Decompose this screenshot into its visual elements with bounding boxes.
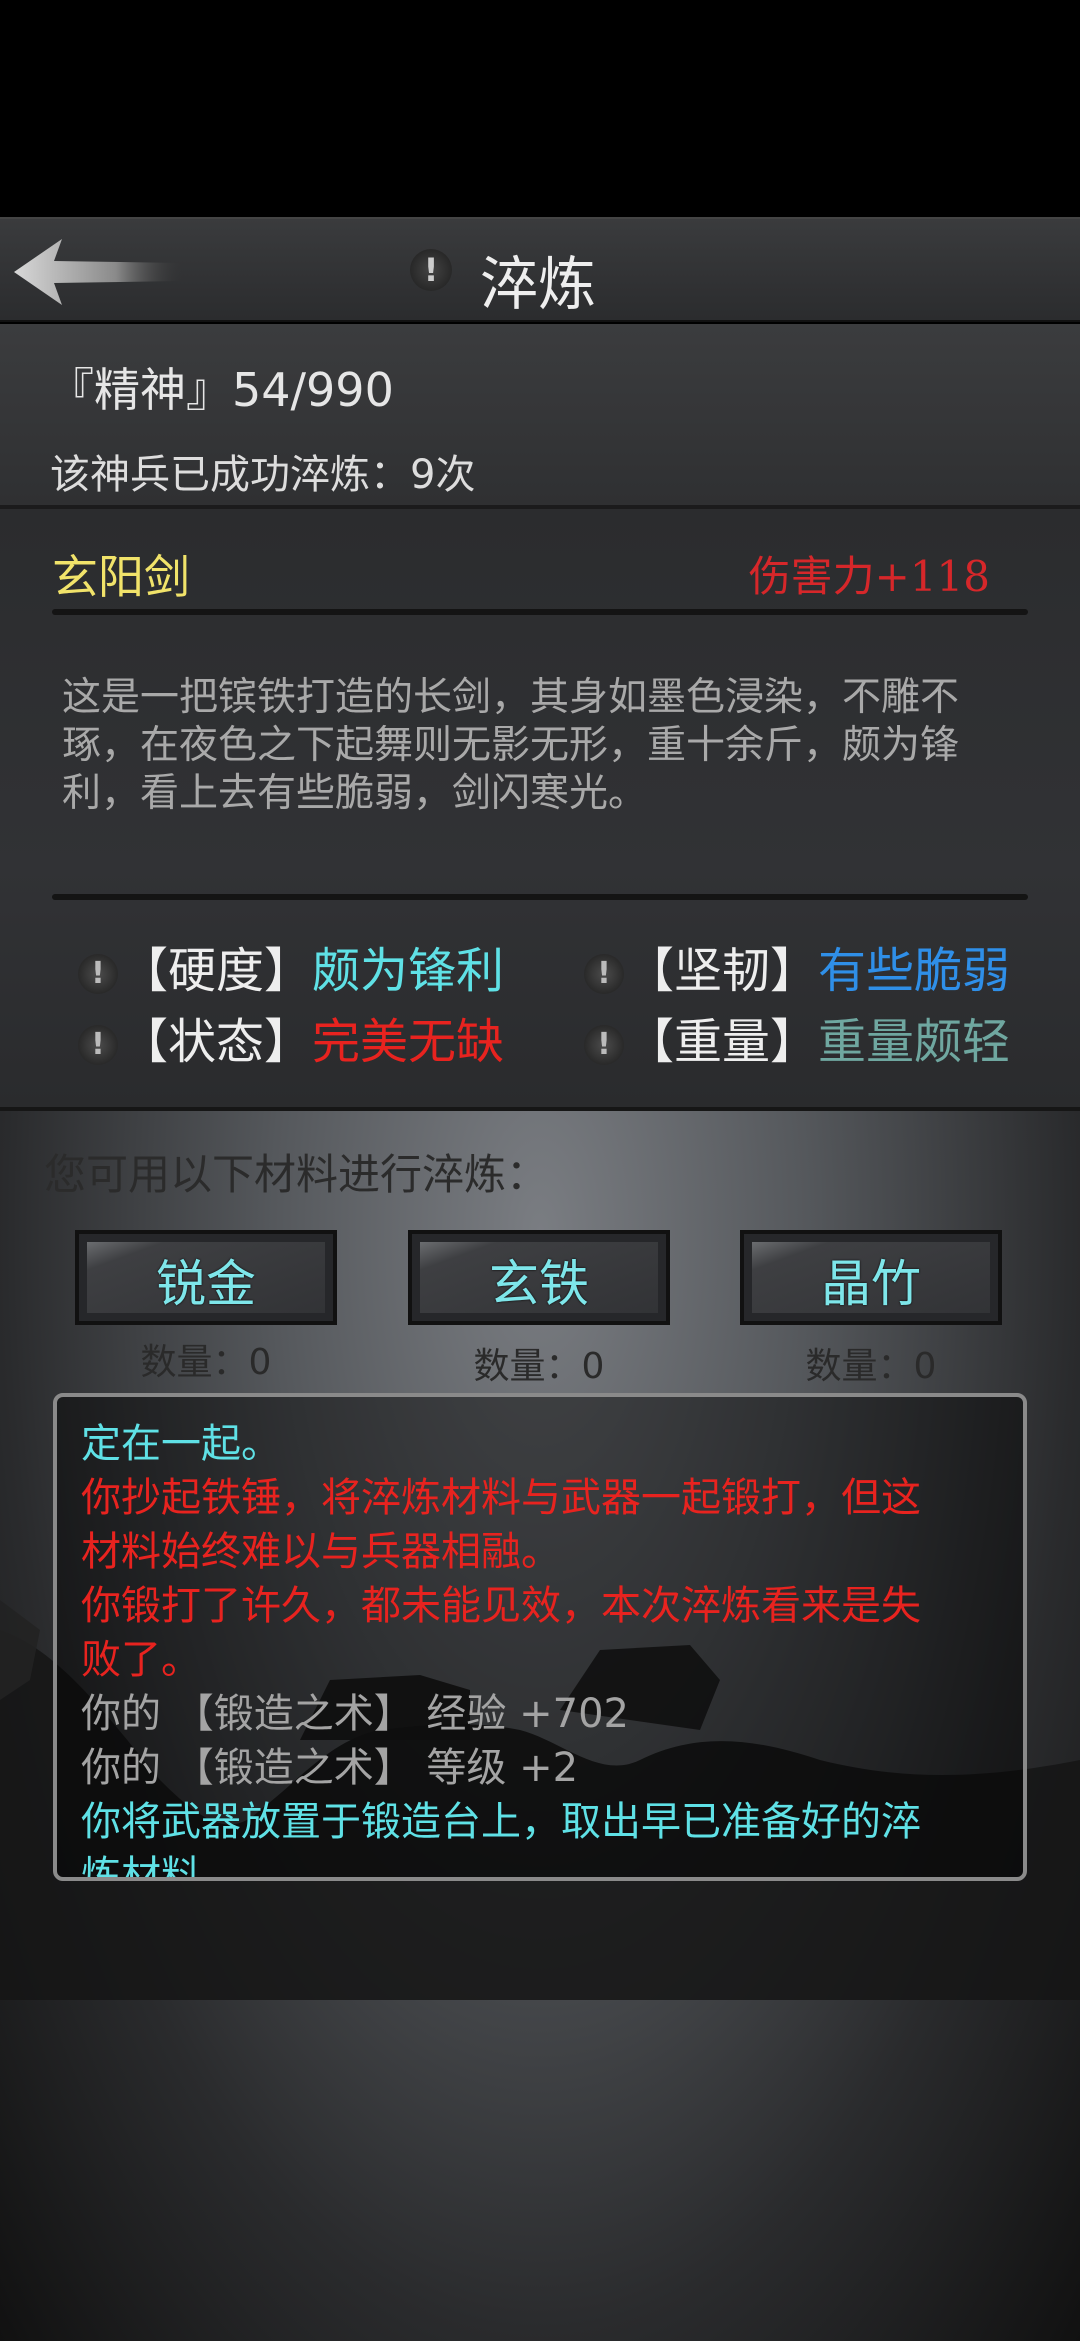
weapon-panel: 玄阳剑 伤害力+118 这是一把镔铁打造的长剑，其身如墨色浸染，不雕不琢，在夜色… [0,509,1080,1111]
material-button-xuantie[interactable]: 玄铁 [408,1230,670,1325]
weapon-name: 玄阳剑 [52,550,190,604]
material-qty: 数量：0 [140,1342,272,1383]
attr-weight: ! 【重量】重量颇轻 [584,1012,1010,1072]
log-line: 你锻打了许久，都未能见效，本次淬炼看来是失 [81,1583,921,1629]
material-qty: 数量：0 [805,1346,937,1387]
log-line: 炼材料 [81,1853,201,1881]
top-bar: ! 淬炼 [0,217,1080,322]
materials-label: 您可用以下材料进行淬炼： [44,1150,549,1199]
log-line: 你的 【锻造之术】 经验 +702 [81,1691,630,1737]
attr-key: 【重量】 [626,1014,819,1070]
info-icon[interactable]: ! [584,1025,624,1065]
back-arrow-icon[interactable] [14,237,184,307]
divider [52,894,1028,900]
weapon-damage: 伤害力+118 [748,552,990,601]
material-button-jingzhu[interactable]: 晶竹 [740,1230,1002,1325]
material-button-ruijin[interactable]: 锐金 [75,1230,337,1325]
page-title: 淬炼 [480,250,597,318]
attr-hardness: ! 【硬度】颇为锋利 [78,941,504,1001]
material-qty: 数量：0 [473,1346,605,1387]
material-label: 晶竹 [821,1255,921,1313]
divider [52,609,1028,615]
log-line: 你抄起铁锤，将淬炼材料与武器一起锻打，但这 [81,1475,921,1521]
attr-value: 颇为锋利 [312,943,505,999]
info-icon[interactable]: ! [78,1025,118,1065]
material-label: 锐金 [156,1255,256,1313]
attr-value: 重量颇轻 [818,1014,1011,1070]
attr-value: 有些脆弱 [818,943,1011,999]
weapon-description: 这是一把镔铁打造的长剑，其身如墨色浸染，不雕不琢，在夜色之下起舞则无影无形，重十… [62,675,960,816]
refine-count: 该神兵已成功淬炼：9次 [50,452,476,498]
log-line: 你将武器放置于锻造台上，取出早已准备好的淬 [81,1799,921,1845]
attr-state: ! 【状态】完美无缺 [78,1012,504,1072]
refine-log[interactable]: 定在一起。 你抄起铁锤，将淬炼材料与武器一起锻打，但这 材料始终难以与兵器相融。… [53,1393,1027,1881]
log-line: 定在一起。 [81,1421,281,1467]
log-line: 败了。 [81,1637,201,1683]
spirit-value: 『精神』54/990 [48,363,394,417]
log-line: 材料始终难以与兵器相融。 [81,1529,561,1575]
material-label: 玄铁 [489,1255,589,1313]
stats-panel: 『精神』54/990 该神兵已成功淬炼：9次 [0,324,1080,509]
attr-key: 【坚韧】 [626,943,819,999]
attr-toughness: ! 【坚韧】有些脆弱 [584,941,1010,1001]
info-icon[interactable]: ! [584,954,624,994]
attr-key: 【硬度】 [120,943,313,999]
info-icon[interactable]: ! [410,249,452,291]
info-icon[interactable]: ! [78,954,118,994]
log-line: 你的 【锻造之术】 等级 +2 [81,1745,579,1791]
attr-value: 完美无缺 [312,1014,505,1070]
attr-key: 【状态】 [120,1014,313,1070]
